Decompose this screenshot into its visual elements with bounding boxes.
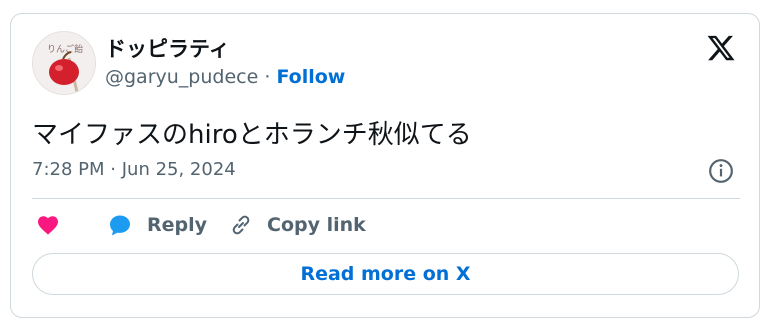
- divider: [32, 198, 740, 199]
- reply-label: Reply: [147, 214, 208, 236]
- copy-link-button[interactable]: Copy link: [229, 210, 366, 240]
- copy-link-label: Copy link: [267, 214, 366, 236]
- reply-button[interactable]: Reply: [107, 210, 207, 240]
- link-icon: [232, 215, 250, 235]
- info-icon[interactable]: [708, 158, 734, 184]
- tweet-timestamp[interactable]: 7:28 PM · Jun 25, 2024: [32, 159, 236, 180]
- read-more-button[interactable]: Read more on X: [32, 253, 739, 295]
- reply-bubble-icon: [110, 215, 130, 236]
- avatar-text: りんご飴: [47, 43, 83, 55]
- tweet-embed-card: りんご飴 ドッピラティ @garyu_pudece · Follow マイファス…: [10, 13, 760, 318]
- tweet-date: Jun 25, 2024: [121, 159, 236, 180]
- display-name[interactable]: ドッピラティ: [105, 33, 230, 63]
- tweet-text: マイファスのhiroとホランチ秋似てる: [32, 120, 472, 150]
- separator: ·: [264, 66, 271, 88]
- meta-separator: ·: [110, 159, 116, 180]
- handle-row: @garyu_pudece · Follow: [105, 66, 345, 88]
- handle[interactable]: @garyu_pudece: [105, 66, 258, 88]
- tweet-time: 7:28 PM: [32, 159, 105, 180]
- heart-icon: [38, 216, 58, 235]
- x-logo-icon[interactable]: [706, 33, 736, 63]
- avatar[interactable]: りんご飴: [32, 31, 96, 95]
- read-more-label: Read more on X: [300, 263, 471, 285]
- follow-link[interactable]: Follow: [276, 66, 345, 88]
- candy-apple-avatar-image: りんご飴: [33, 32, 95, 94]
- like-button[interactable]: [35, 210, 61, 240]
